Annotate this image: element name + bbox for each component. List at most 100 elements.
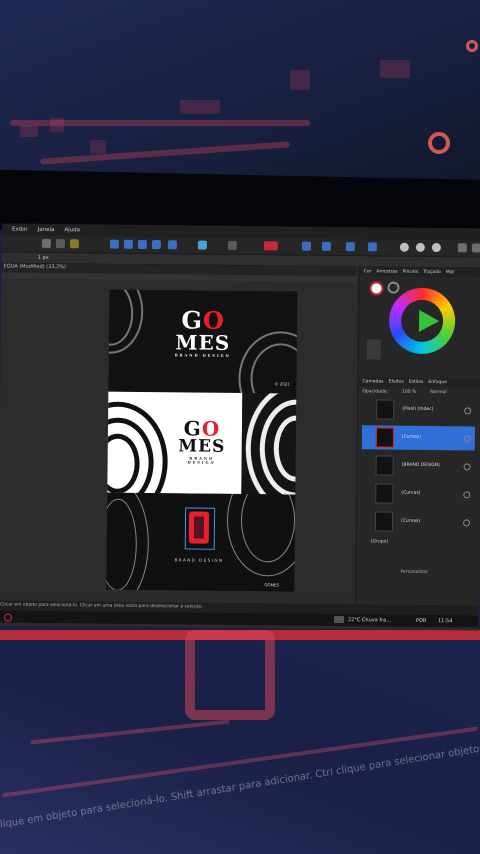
arrange-icon[interactable] — [345, 242, 355, 252]
arrange-icon[interactable] — [301, 241, 311, 251]
clock[interactable]: 11:54 — [438, 618, 452, 624]
tool-icon[interactable] — [69, 239, 79, 249]
tool-icon[interactable] — [41, 238, 51, 249]
layers-controls: Opacidade: 100 % Normal — [358, 387, 480, 397]
align-icon[interactable] — [123, 239, 133, 249]
layer-row[interactable]: (Curvas) — [361, 425, 476, 451]
logo-mid: GO MES BRAND DESIGN — [174, 416, 230, 465]
weather-icon — [333, 615, 345, 624]
badge-top: © 2021 — [274, 381, 290, 387]
color-swatch-icon[interactable] — [263, 241, 278, 251]
transform-icon[interactable] — [197, 240, 207, 250]
weather-text[interactable]: 22°C Chuva fra... — [348, 617, 391, 623]
background-bottom: Clique em objeto para selecioná-lo. Shif… — [0, 630, 480, 854]
monitor-screen: Exibir Janela Ajuda 1 px EGUA (Modified)… — [0, 223, 480, 631]
visibility-icon[interactable] — [462, 519, 471, 527]
logo-top: GO MES BRAND DESIGN — [173, 305, 234, 358]
layers-tabs: Camadas Efeitos Estilos Enfoque — [358, 377, 480, 388]
blur-block — [380, 60, 410, 78]
tab-tracado[interactable]: Traçado — [423, 270, 441, 275]
tool-icon[interactable] — [227, 240, 237, 250]
align-icon[interactable] — [109, 239, 119, 249]
background-top — [0, 0, 480, 230]
layer-row[interactable]: (BRAND DESIGN) — [361, 453, 474, 478]
boolean-icon[interactable] — [415, 242, 425, 252]
tab-estilos[interactable]: Estilos — [409, 380, 424, 385]
layer-name: (BRAND DESIGN) — [401, 462, 440, 469]
layer-thumbnail — [374, 511, 394, 532]
logo-subtitle: BRAND DESIGN — [174, 557, 224, 563]
layer-row[interactable]: (Curvas) — [361, 481, 474, 506]
layer-name: (Pixel) (Indec) — [402, 406, 434, 413]
arrange-icon[interactable] — [367, 242, 377, 252]
layer-thumbnail — [375, 455, 394, 476]
language-indicator[interactable]: POR — [416, 618, 426, 624]
artboard-dark-right — [241, 393, 297, 495]
artboard-dark-top: GO MES BRAND DESIGN © 2021 — [108, 289, 298, 394]
canvas-area[interactable]: GO MES BRAND DESIGN © 2021 GO MES BRAND … — [0, 278, 357, 599]
tab-enfoque[interactable]: Enfoque — [428, 380, 447, 385]
blur-stripe — [30, 719, 230, 745]
tool-icon[interactable] — [55, 239, 65, 249]
logo-word-mes: MES — [178, 436, 226, 457]
blur-ring — [466, 40, 478, 52]
tool-icon[interactable] — [457, 243, 467, 253]
fill-color-icon[interactable] — [369, 281, 384, 296]
start-icon[interactable] — [3, 613, 13, 622]
monitor-bezel — [0, 169, 480, 230]
logo-word-mes: MES — [175, 330, 231, 355]
blend-mode-select[interactable]: Normal — [430, 390, 446, 395]
tab-pinceis[interactable]: Pincéis — [403, 270, 419, 275]
layer-thumbnail — [375, 483, 394, 504]
layer-group-label[interactable]: (Grupo) — [371, 539, 388, 544]
layer-thumbnail — [375, 427, 395, 448]
opacity-label: Opacidade: — [362, 389, 389, 395]
menu-item-exibir[interactable]: Exibir — [12, 227, 28, 233]
context-zoom[interactable]: 1 px — [38, 255, 49, 261]
visibility-icon[interactable] — [464, 407, 472, 415]
boolean-icon[interactable] — [399, 242, 409, 252]
badge-bottom: GOMES — [264, 582, 280, 588]
stroke-color-icon[interactable] — [387, 281, 400, 294]
blur-block — [50, 118, 64, 132]
blur-stripe — [40, 141, 290, 165]
blur-block — [290, 70, 310, 90]
blur-block — [180, 100, 220, 114]
tab-efeitos[interactable]: Efeitos — [388, 380, 403, 385]
logo-subtitle: BRAND DESIGN — [174, 353, 231, 358]
menu-item-janela[interactable]: Janela — [38, 227, 55, 233]
artboard-dark-bottom: BRAND DESIGN GOMES — [106, 492, 296, 592]
blur-block — [20, 125, 38, 137]
panel-tabs: Cor Amostras Pincéis Traçado Mat — [359, 267, 480, 278]
visibility-icon[interactable] — [463, 435, 471, 443]
arrange-icon[interactable] — [321, 241, 331, 251]
layer-name: (Curvas) — [401, 434, 422, 440]
visibility-icon[interactable] — [463, 463, 471, 471]
tab-cor[interactable]: Cor — [364, 269, 372, 274]
artboard[interactable]: GO MES BRAND DESIGN © 2021 GO MES BRAND … — [106, 289, 298, 592]
tab-mat[interactable]: Mat — [446, 270, 454, 275]
boolean-icon[interactable] — [431, 242, 441, 253]
selection-bounding-box[interactable] — [184, 507, 216, 550]
tool-icon[interactable] — [471, 243, 480, 253]
blur-logo-glyph — [185, 630, 275, 720]
layer-name: (Curvas) — [401, 490, 421, 496]
blur-block — [90, 140, 106, 154]
tab-camadas[interactable]: Camadas — [362, 379, 383, 384]
align-icon[interactable] — [137, 239, 147, 250]
color-wheel[interactable] — [388, 287, 456, 355]
menu-item-ajuda[interactable]: Ajuda — [64, 227, 80, 233]
artboard-white-mid: GO MES BRAND DESIGN — [107, 391, 243, 495]
align-icon[interactable] — [151, 240, 161, 250]
hsl-readout — [366, 339, 381, 360]
panel-footer-label[interactable]: Personalizar — [400, 570, 427, 575]
tab-amostras[interactable]: Amostras — [376, 269, 397, 274]
layer-name: (Curvas) — [400, 518, 421, 524]
layer-row[interactable]: (Pixel) (Indec) — [362, 397, 475, 422]
right-panel: Cor Amostras Pincéis Traçado Mat Camadas… — [355, 267, 480, 605]
align-icon[interactable] — [167, 240, 177, 250]
layer-row[interactable]: (Curvas) — [361, 509, 474, 534]
opacity-value[interactable]: 100 % — [402, 390, 416, 395]
visibility-icon[interactable] — [463, 491, 471, 499]
color-triangle[interactable] — [419, 309, 440, 333]
